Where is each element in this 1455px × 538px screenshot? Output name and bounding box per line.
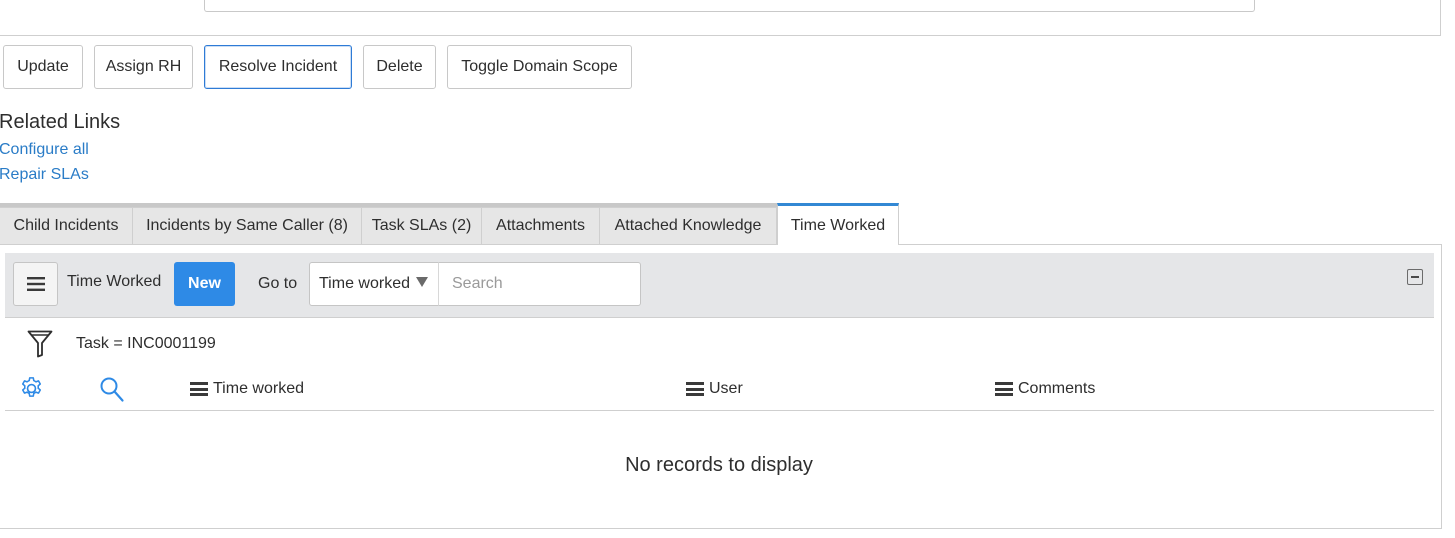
related-links-title: Related Links [0,111,121,133]
toggle-domain-scope-button[interactable]: Toggle Domain Scope [447,45,632,89]
header-divider [5,410,1434,411]
configure-all-link[interactable]: Configure all [0,141,89,159]
magnifier-icon[interactable] [99,376,125,404]
column-header-user[interactable]: User [686,380,743,398]
column-menu-icon [995,382,1013,396]
column-header-time-worked[interactable]: Time worked [190,380,304,398]
dropdown-arrow-icon [416,277,428,287]
tab-child-incidents[interactable]: Child Incidents [0,207,133,244]
new-button[interactable]: New [174,262,235,306]
update-button[interactable]: Update [3,45,83,89]
goto-selected-value: Time worked [319,275,410,292]
list-title: Time Worked [67,273,162,290]
repair-slas-link[interactable]: Repair SLAs [0,166,89,184]
tab-task-slas[interactable]: Task SLAs (2) [362,207,482,244]
gear-icon[interactable] [19,376,44,401]
list-search-input[interactable] [438,262,641,306]
tab-attached-knowledge[interactable]: Attached Knowledge [600,207,777,244]
list-menu-button[interactable] [13,262,58,306]
tab-attachments[interactable]: Attachments [482,207,600,244]
delete-button[interactable]: Delete [363,45,436,89]
column-menu-icon [190,382,208,396]
column-header-label: User [709,380,743,397]
form-text-field[interactable] [204,0,1255,12]
assign-rh-button[interactable]: Assign RH [94,45,193,89]
empty-list-message: No records to display [625,454,813,476]
funnel-icon[interactable] [27,330,53,358]
tab-incidents-by-same-caller[interactable]: Incidents by Same Caller (8) [133,207,362,244]
column-header-label: Time worked [213,380,304,397]
column-header-label: Comments [1018,380,1096,397]
resolve-incident-button[interactable]: Resolve Incident [204,45,352,89]
hamburger-icon [26,277,45,291]
collapse-icon[interactable] [1407,269,1423,285]
column-header-comments[interactable]: Comments [995,380,1095,398]
column-menu-icon [686,382,704,396]
goto-field-select[interactable]: Time worked [309,262,439,306]
filter-breadcrumb[interactable]: Task = INC0001199 [76,335,216,353]
tab-time-worked[interactable]: Time Worked [777,203,899,245]
goto-label: Go to [258,275,298,292]
